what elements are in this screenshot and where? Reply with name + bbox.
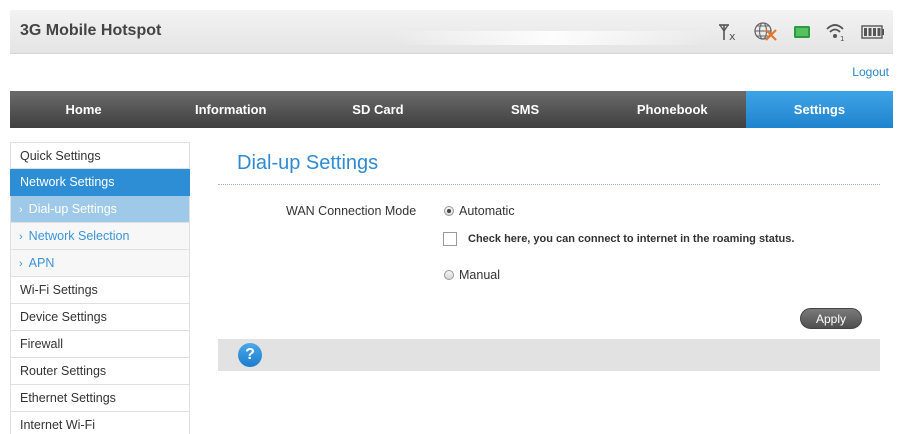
main-nav: Home Information SD Card SMS Phonebook S… bbox=[10, 91, 894, 128]
sim-card-icon bbox=[793, 25, 811, 39]
sidebar-item-label: Network Selection bbox=[28, 229, 130, 243]
automatic-radio[interactable] bbox=[444, 206, 454, 216]
sidebar-item-ethernet-settings[interactable]: Ethernet Settings bbox=[10, 385, 190, 412]
roaming-disabled-icon bbox=[753, 21, 779, 43]
sidebar-item-internet-wifi[interactable]: Internet Wi-Fi bbox=[10, 412, 190, 434]
chevron-right-icon: › bbox=[19, 231, 23, 243]
tab-sd-card[interactable]: SD Card bbox=[304, 91, 451, 128]
header-sheen bbox=[392, 31, 712, 45]
app-header: 3G Mobile Hotspot x 1 bbox=[10, 10, 893, 54]
tab-sms[interactable]: SMS bbox=[452, 91, 599, 128]
apply-button[interactable]: Apply bbox=[800, 308, 862, 329]
roaming-checkbox-label[interactable]: Check here, you can connect to internet … bbox=[468, 233, 794, 245]
tab-phonebook[interactable]: Phonebook bbox=[599, 91, 746, 128]
wifi-icon: 1 bbox=[825, 22, 847, 42]
help-bar: ? bbox=[218, 339, 880, 371]
automatic-radio-label[interactable]: Automatic bbox=[459, 204, 515, 218]
chevron-right-icon: › bbox=[19, 258, 23, 270]
sidebar-item-wifi-settings[interactable]: Wi-Fi Settings bbox=[10, 277, 190, 304]
title-divider bbox=[218, 184, 880, 185]
sidebar-item-apn[interactable]: › APN bbox=[10, 250, 190, 277]
sidebar-item-network-settings[interactable]: Network Settings bbox=[10, 169, 190, 196]
help-icon[interactable]: ? bbox=[238, 343, 262, 367]
tab-information[interactable]: Information bbox=[157, 91, 304, 128]
no-signal-icon: x bbox=[717, 22, 739, 42]
svg-text:1: 1 bbox=[840, 35, 844, 42]
sidebar-item-dial-up-settings[interactable]: › Dial-up Settings bbox=[10, 196, 190, 223]
sidebar: Quick Settings Network Settings › Dial-up… bbox=[10, 142, 190, 434]
sidebar-item-label: APN bbox=[28, 256, 55, 270]
sidebar-item-router-settings[interactable]: Router Settings bbox=[10, 358, 190, 385]
tab-settings[interactable]: Settings bbox=[745, 91, 894, 128]
svg-text:x: x bbox=[729, 30, 736, 42]
sidebar-item-device-settings[interactable]: Device Settings bbox=[10, 304, 190, 331]
chevron-right-icon: › bbox=[19, 204, 23, 216]
tab-home[interactable]: Home bbox=[10, 91, 157, 128]
manual-radio-label[interactable]: Manual bbox=[459, 268, 500, 282]
sidebar-item-firewall[interactable]: Firewall bbox=[10, 331, 190, 358]
roaming-checkbox[interactable] bbox=[443, 232, 457, 246]
sidebar-item-network-selection[interactable]: › Network Selection bbox=[10, 223, 190, 250]
app-title: 3G Mobile Hotspot bbox=[20, 22, 162, 39]
battery-icon bbox=[861, 25, 885, 39]
status-icons: x 1 bbox=[717, 20, 885, 44]
logout-link[interactable]: Logout bbox=[852, 65, 889, 79]
sidebar-item-quick-settings[interactable]: Quick Settings bbox=[10, 142, 190, 169]
page-title: Dial-up Settings bbox=[237, 152, 379, 174]
sidebar-item-label: Dial-up Settings bbox=[28, 202, 117, 216]
manual-radio[interactable] bbox=[444, 270, 454, 280]
wan-connection-mode-label: WAN Connection Mode bbox=[286, 204, 417, 218]
